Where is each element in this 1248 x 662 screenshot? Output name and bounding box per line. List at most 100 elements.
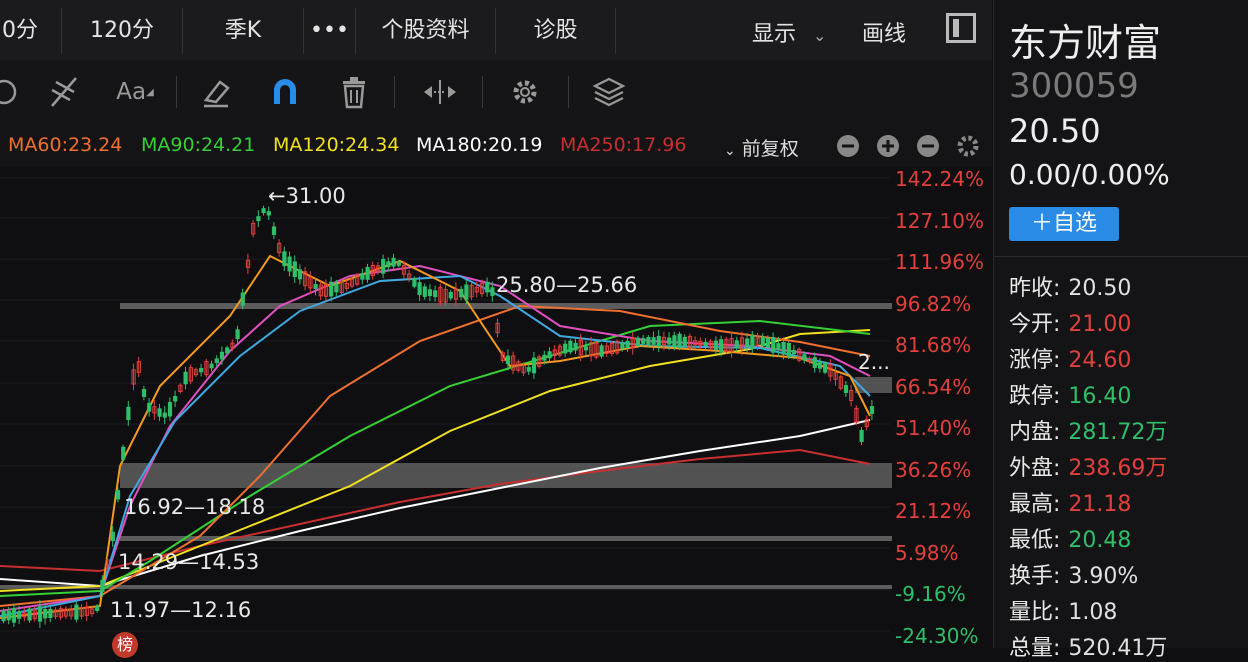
candle-body bbox=[599, 345, 604, 357]
candle-body bbox=[568, 340, 573, 353]
layers-icon[interactable] bbox=[587, 70, 631, 114]
candle-body bbox=[719, 339, 724, 353]
period-tab-bar: 0分 120分 季K ••• 个股资料 诊股 显示 ⌄ 画线 bbox=[0, 0, 992, 61]
trash-icon[interactable] bbox=[332, 70, 376, 114]
drawing-toolbar: Aa ◢ bbox=[0, 60, 992, 126]
percent-axis: 142.24% 127.10% 111.96% 96.82% 81.68% 66.54% 5… bbox=[895, 166, 992, 648]
settings-gear-icon[interactable] bbox=[503, 70, 547, 114]
candle-body bbox=[776, 343, 781, 351]
quote-key: 最低: bbox=[1009, 528, 1061, 553]
current-price: 20.50 bbox=[1009, 112, 1101, 150]
candle-body bbox=[219, 351, 225, 360]
tab-minute[interactable]: 0分 bbox=[0, 8, 62, 54]
candle-body bbox=[417, 282, 422, 295]
candle-body bbox=[391, 257, 396, 267]
axis-tick-label: 127.10% bbox=[895, 208, 984, 233]
candle-body bbox=[703, 341, 708, 347]
axis-tick-label: 66.54% bbox=[895, 374, 972, 399]
candle-body bbox=[635, 337, 641, 347]
quote-key: 今开: bbox=[1009, 312, 1061, 337]
candle-body bbox=[173, 396, 178, 402]
candle-body bbox=[646, 337, 651, 345]
fibonacci-icon[interactable] bbox=[42, 70, 86, 114]
quote-key: 跌停: bbox=[1009, 384, 1061, 409]
magnet-icon[interactable] bbox=[263, 70, 307, 114]
kline-chart-canvas bbox=[0, 177, 892, 632]
candle-body bbox=[812, 357, 817, 368]
candle-body bbox=[682, 336, 687, 346]
candle-body bbox=[620, 343, 625, 349]
candle-body bbox=[786, 343, 791, 358]
add-watchlist-button[interactable]: ＋自选 bbox=[1009, 207, 1119, 241]
candle-body bbox=[656, 335, 661, 347]
candle-body bbox=[313, 284, 318, 289]
minus-circle-icon[interactable] bbox=[916, 134, 940, 163]
price-band[interactable] bbox=[855, 377, 892, 393]
candle-body bbox=[765, 338, 771, 349]
candle-body bbox=[27, 608, 32, 621]
candle-body bbox=[261, 208, 266, 214]
quote-row: 外盘: 238.69万 bbox=[1009, 450, 1167, 482]
price-band[interactable] bbox=[0, 585, 892, 589]
candle-body bbox=[667, 337, 672, 345]
eraser-icon[interactable] bbox=[194, 70, 238, 114]
candle-body bbox=[287, 256, 292, 272]
candle-body bbox=[713, 340, 719, 350]
tab-stock-profile[interactable]: 个股资料 bbox=[356, 8, 496, 54]
ma90-label: MA90:24.21 bbox=[141, 134, 256, 156]
panel-toggle-icon[interactable] bbox=[946, 13, 976, 43]
candle-body bbox=[17, 611, 22, 619]
candle-body bbox=[271, 226, 277, 235]
candle-body bbox=[781, 341, 786, 355]
quote-key: 换手: bbox=[1009, 564, 1061, 589]
candle-body bbox=[750, 335, 755, 349]
candle-body bbox=[651, 337, 656, 345]
quote-row: 总量: 520.41万 bbox=[1009, 630, 1167, 662]
candle-body bbox=[433, 290, 438, 298]
quote-key: 量比: bbox=[1009, 600, 1061, 625]
stock-info-panel: 东方财富 300059 20.50 0.00/0.00% ＋自选 昨收: 20.5… bbox=[993, 0, 1248, 661]
candle-body bbox=[448, 291, 453, 299]
chevron-down-icon: ⌄ bbox=[813, 26, 827, 45]
candle-body bbox=[225, 347, 230, 354]
fit-width-icon[interactable] bbox=[418, 70, 462, 114]
moving-average-legend: MA60:23.24 MA90:24.21 MA120:24.34 MA180:… bbox=[0, 126, 992, 166]
price-band[interactable] bbox=[120, 463, 892, 488]
adjust-dropdown[interactable]: ⌄ 前复权 bbox=[724, 134, 799, 161]
tab-quarter-k[interactable]: 季K bbox=[183, 8, 304, 54]
candle-body bbox=[583, 346, 589, 351]
candle-body bbox=[641, 338, 646, 344]
stock-code: 300059 bbox=[1009, 66, 1139, 106]
tab-diagnose[interactable]: 诊股 bbox=[496, 8, 616, 54]
minus-circle-icon[interactable] bbox=[836, 134, 860, 163]
candle-body bbox=[745, 338, 750, 348]
candle-body bbox=[760, 336, 765, 347]
band-label: 11.97—12.16 bbox=[110, 598, 252, 622]
candle-body bbox=[6, 610, 11, 621]
plus-circle-icon[interactable] bbox=[876, 134, 900, 163]
candle-body bbox=[48, 608, 53, 618]
candle-body bbox=[625, 340, 630, 349]
candle-body bbox=[297, 269, 303, 280]
text-tool-icon[interactable]: Aa ◢ bbox=[110, 70, 160, 114]
candle-body bbox=[791, 350, 797, 355]
quote-row: 量比: 1.08 bbox=[1009, 594, 1117, 626]
cursor-icon[interactable] bbox=[0, 70, 26, 114]
draw-line-button[interactable]: 画线 bbox=[862, 16, 906, 48]
axis-tick-label: 81.68% bbox=[895, 333, 972, 357]
quote-value: 238.69万 bbox=[1068, 456, 1168, 481]
ma-settings-gear-icon[interactable] bbox=[955, 133, 981, 164]
candle-body bbox=[843, 385, 849, 393]
candle-body bbox=[547, 351, 552, 359]
candle-body bbox=[141, 389, 147, 397]
candle-body bbox=[531, 357, 537, 374]
tab-120min[interactable]: 120分 bbox=[62, 8, 183, 54]
ranking-marker-icon[interactable]: 榜 bbox=[112, 632, 138, 658]
candle-body bbox=[802, 354, 807, 361]
candle-body bbox=[464, 284, 469, 300]
candle-body bbox=[115, 490, 121, 500]
quote-key: 内盘: bbox=[1009, 420, 1061, 445]
display-dropdown[interactable]: 显示 ⌄ bbox=[752, 16, 826, 48]
more-tabs-button[interactable]: ••• bbox=[304, 8, 356, 54]
kline-chart[interactable]: ←31.00 25.80—25.66 16.92—18.18 14.29—14.… bbox=[0, 166, 992, 658]
